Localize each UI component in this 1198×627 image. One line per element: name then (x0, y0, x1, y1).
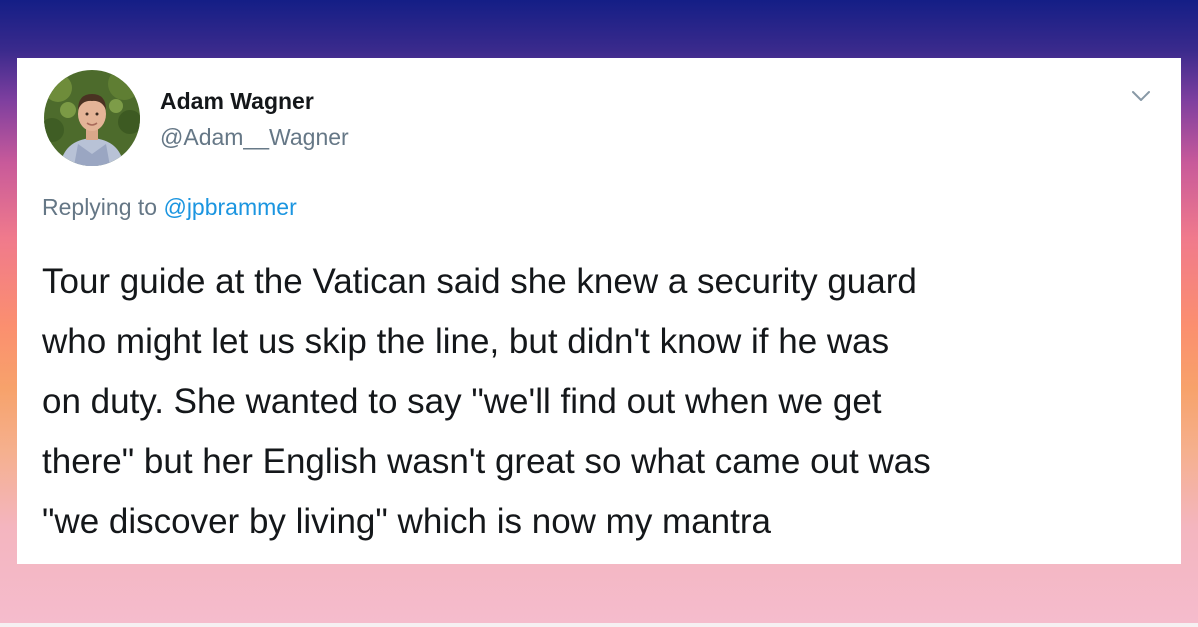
tweet-text-line: there" but her English wasn't great so w… (42, 442, 931, 481)
reply-handle-link[interactable]: @jpbrammer (163, 194, 296, 220)
tweet-text-line: on duty. She wanted to say "we'll find o… (42, 382, 882, 421)
replying-to-label: Replying to (42, 194, 158, 220)
avatar-photo-icon (44, 70, 140, 166)
tweet-text-line: "we discover by living" which is now my … (42, 502, 771, 541)
replying-to-line: Replying to @jpbrammer (42, 194, 297, 221)
tweet-card: Adam Wagner @Adam__Wagner Replying to @j… (17, 58, 1181, 564)
author-handle[interactable]: @Adam__Wagner (160, 124, 349, 151)
tweet-text-line: who might let us skip the line, but didn… (42, 322, 890, 361)
bottom-border (0, 623, 1198, 627)
tweet-text: Tour guide at the Vatican said she knew … (42, 252, 1172, 552)
chevron-down-icon[interactable] (1129, 86, 1153, 106)
avatar[interactable] (44, 70, 140, 166)
author-name[interactable]: Adam Wagner (160, 88, 314, 115)
tweet-text-line: Tour guide at the Vatican said she knew … (42, 262, 917, 301)
